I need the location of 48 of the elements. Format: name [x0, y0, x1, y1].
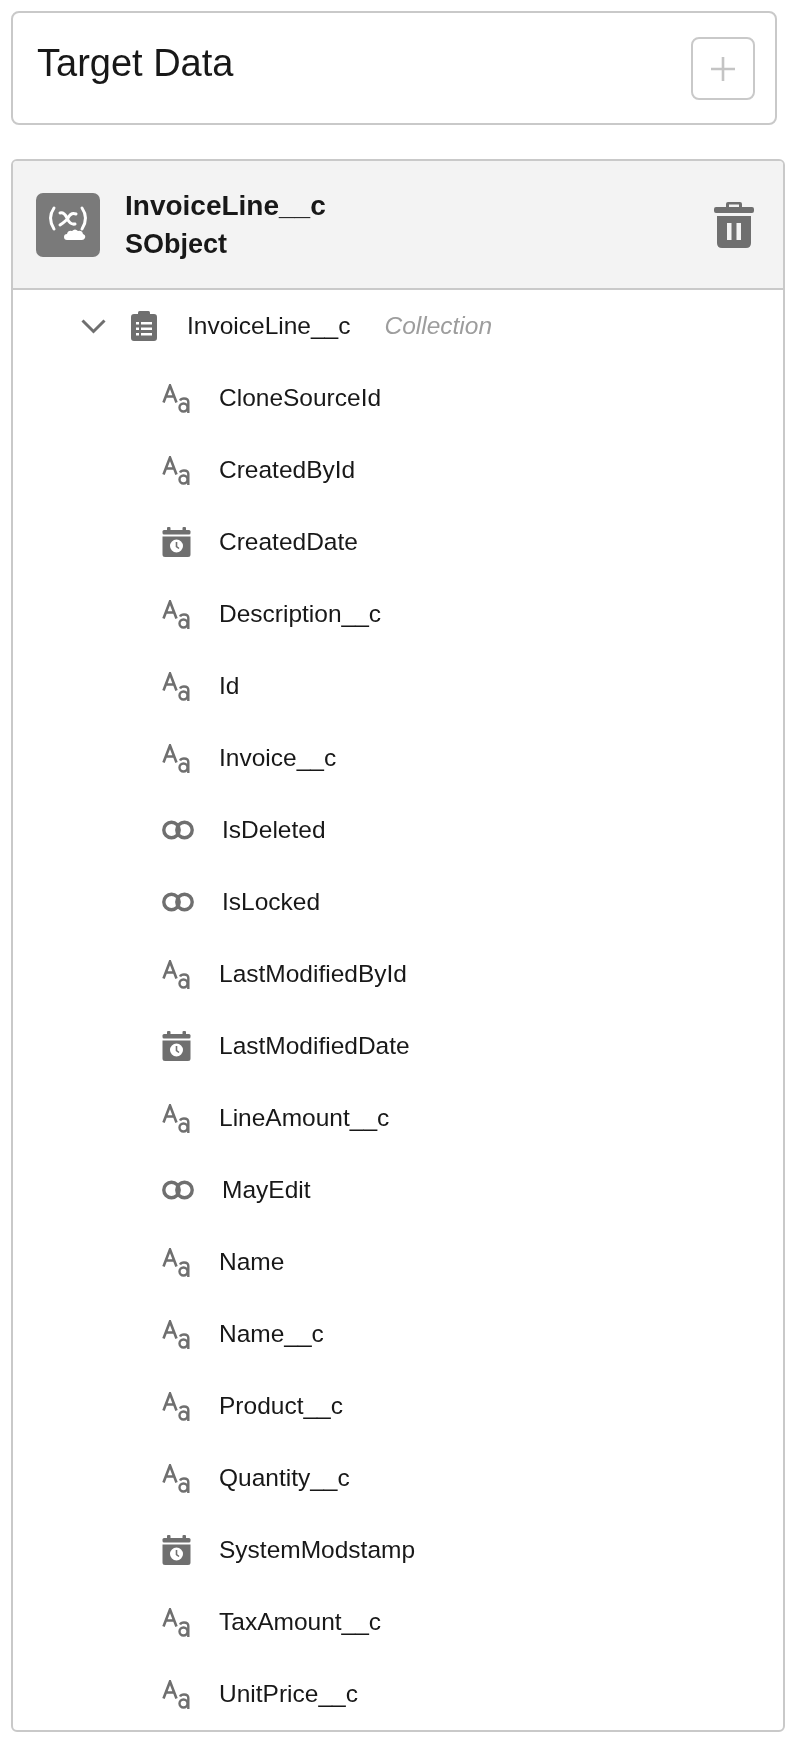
field-item[interactable]: LastModifiedDate — [162, 1031, 410, 1061]
text-icon — [162, 1391, 191, 1421]
rings-icon — [162, 892, 194, 912]
text-icon — [162, 1103, 191, 1133]
field-item[interactable]: IsDeleted — [162, 816, 326, 844]
clipboard-icon — [130, 311, 158, 341]
variable-icon — [36, 192, 100, 257]
calendar-clock-icon — [162, 1535, 191, 1565]
field-item[interactable]: LineAmount__c — [162, 1103, 390, 1133]
text-icon — [162, 1247, 191, 1277]
text-icon — [162, 599, 191, 629]
field-item[interactable]: MayEdit — [162, 1176, 311, 1204]
calendar-clock-icon — [162, 527, 191, 557]
rings-icon — [162, 820, 194, 840]
field-item[interactable]: Description__c — [162, 599, 382, 629]
text-icon — [162, 959, 191, 989]
variable-type: SObject — [125, 227, 228, 261]
field-item[interactable]: Product__c — [162, 1391, 343, 1421]
field-item[interactable]: Quantity__c — [162, 1463, 350, 1493]
field-item[interactable]: UnitPrice__c — [162, 1679, 358, 1709]
field-item[interactable]: TaxAmount__c — [162, 1607, 382, 1637]
trash-icon[interactable] — [714, 201, 754, 248]
text-icon — [162, 455, 191, 485]
collection-item[interactable]: InvoiceLine__c — [130, 311, 351, 341]
text-icon — [162, 671, 191, 701]
text-icon — [162, 1607, 191, 1637]
field-item[interactable]: CloneSourceId — [162, 383, 382, 413]
field-item[interactable]: CreatedById — [162, 455, 356, 485]
rings-icon — [162, 1180, 194, 1200]
field-item[interactable]: Name__c — [162, 1319, 324, 1349]
field-item[interactable]: Name — [162, 1247, 285, 1277]
calendar-clock-icon — [162, 1031, 191, 1061]
text-icon — [162, 383, 191, 413]
field-item[interactable]: Id — [162, 671, 240, 701]
field-item[interactable]: Invoice__c — [162, 743, 337, 773]
panel-title: Target Data — [37, 41, 234, 85]
type-label: Collection — [384, 312, 493, 340]
plus-icon — [711, 56, 735, 81]
text-icon — [162, 1319, 191, 1349]
text-icon — [162, 1463, 191, 1493]
text-icon — [162, 1679, 191, 1709]
field-item[interactable]: IsLocked — [162, 888, 321, 916]
variable-name: InvoiceLine__c — [125, 188, 326, 223]
chevron-icon[interactable] — [81, 318, 106, 334]
field-item[interactable]: SystemModstamp — [162, 1535, 416, 1565]
field-item[interactable]: CreatedDate — [162, 527, 358, 557]
text-icon — [162, 743, 191, 773]
field-item[interactable]: LastModifiedById — [162, 959, 407, 989]
